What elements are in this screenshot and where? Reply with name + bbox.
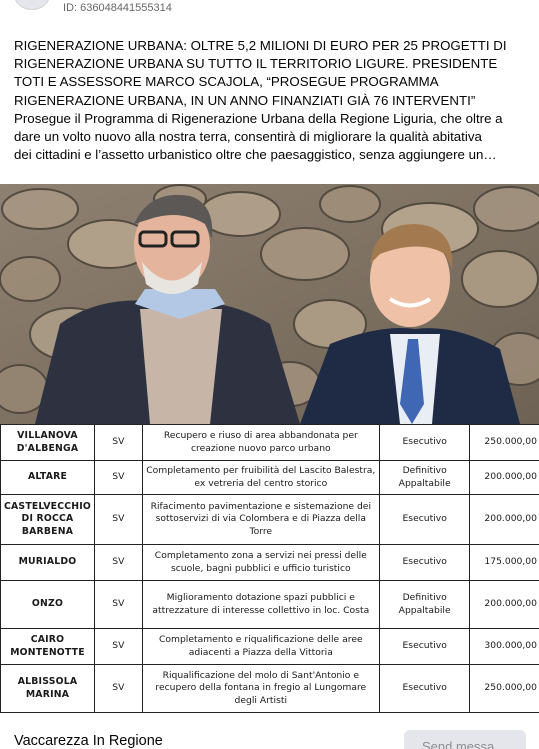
table-row: ONZO SV Miglioramento dotazione spazi pu… <box>0 580 539 629</box>
province-cell: SV <box>93 424 143 461</box>
province-cell: SV <box>93 544 143 581</box>
page-avatar[interactable] <box>14 0 50 10</box>
city-cell: VILLANOVA D'ALBENGA <box>0 424 95 461</box>
description-cell: Completamento zona a servizi nei pressi … <box>141 544 380 581</box>
city-cell: ONZO <box>0 580 95 629</box>
table-row: ALTARE SV Completamento per fruibilità d… <box>0 460 539 495</box>
page-name-link[interactable]: Vaccarezza In Regione <box>14 733 163 749</box>
post-header: ID: 636048441555314 <box>0 0 539 22</box>
post-text: RIGENERAZIONE URBANA: OLTRE 5,2 MILIONI … <box>14 37 526 164</box>
amount-cell: 200.000,00 <box>469 460 539 495</box>
status-cell: Esecutivo <box>378 664 471 713</box>
status-cell: Esecutivo <box>378 628 471 665</box>
city-cell: MURIALDO <box>0 544 95 581</box>
city-cell: ALTARE <box>0 460 95 495</box>
status-cell: Esecutivo <box>378 424 471 461</box>
status-cell: Definitivo Appaltabile <box>378 580 471 629</box>
table-row: VILLANOVA D'ALBENGA SV Recupero e riuso … <box>0 424 539 461</box>
amount-cell: 200.000,00 <box>469 494 539 545</box>
post-photo[interactable] <box>0 184 539 424</box>
table-row: CASTELVECCHIO DI ROCCA BARBENA SV Rifaci… <box>0 494 539 545</box>
province-cell: SV <box>93 628 143 665</box>
projects-table: VILLANOVA D'ALBENGA SV Recupero e riuso … <box>0 424 539 724</box>
status-cell: Definitivo Appaltabile <box>378 460 471 495</box>
description-cell: Riqualificazione del molo di Sant'Antoni… <box>141 664 380 713</box>
status-cell: Esecutivo <box>378 494 471 545</box>
post-id: ID: 636048441555314 <box>63 2 172 14</box>
province-cell: SV <box>93 580 143 629</box>
description-cell: Completamento per fruibilità del Lascito… <box>141 460 380 495</box>
post-body-line: dare un volto nuovo alla nostra terra, c… <box>14 129 482 145</box>
photo-illustration <box>0 184 539 424</box>
table-row: MURIALDO SV Completamento zona a servizi… <box>0 544 539 581</box>
city-cell: CAIRO MONTENOTTE <box>0 628 95 665</box>
description-cell: Miglioramento dotazione spazi pubblici e… <box>141 580 380 629</box>
table-row: CAIRO MONTENOTTE SV Completamento e riqu… <box>0 628 539 665</box>
description-cell: Recupero e riuso di area abbandonata per… <box>141 424 380 461</box>
post-body-line: Prosegue il Programma di Rigenerazione U… <box>14 110 503 126</box>
province-cell: SV <box>93 494 143 545</box>
description-cell: Completamento e riqualificazione delle a… <box>141 628 380 665</box>
amount-cell: 300.000,00 <box>469 628 539 665</box>
description-cell: Rifacimento pavimentazione e sistemazion… <box>141 494 380 545</box>
status-cell: Esecutivo <box>378 544 471 581</box>
page-footer: Vaccarezza In Regione Send messa <box>0 724 539 749</box>
post-body-line[interactable]: dei cittadini e l’assetto urbanistico ol… <box>14 146 526 164</box>
province-cell: SV <box>93 664 143 713</box>
province-cell: SV <box>93 460 143 495</box>
city-cell: CASTELVECCHIO DI ROCCA BARBENA <box>0 494 95 545</box>
post-headline: RIGENERAZIONE URBANA: OLTRE 5,2 MILIONI … <box>14 38 507 108</box>
city-cell: ALBISSOLA MARINA <box>0 664 95 713</box>
table-row: ALBISSOLA MARINA SV Riqualificazione del… <box>0 664 539 713</box>
send-message-button[interactable]: Send messa <box>404 730 526 749</box>
amount-cell: 250.000,00 <box>469 664 539 713</box>
amount-cell: 175.000,00 <box>469 544 539 581</box>
amount-cell: 200.000,00 <box>469 580 539 629</box>
amount-cell: 250.000,00 <box>469 424 539 461</box>
